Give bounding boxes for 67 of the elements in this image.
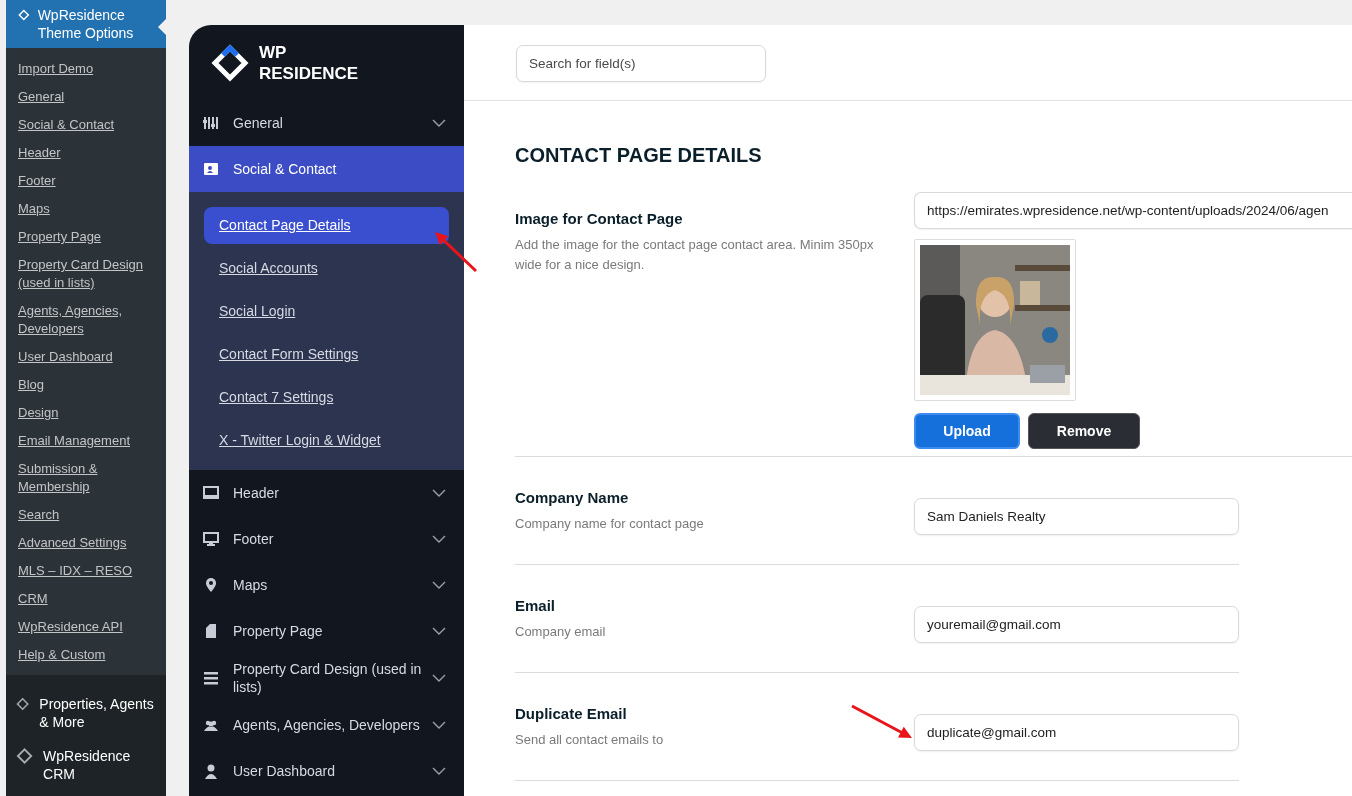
field-description: Company email: [515, 623, 607, 641]
menu-item[interactable]: Blog: [6, 371, 166, 399]
remove-button[interactable]: Remove: [1028, 413, 1140, 449]
menu-item[interactable]: WpResidence CRM: [6, 739, 166, 791]
nav-item[interactable]: Footer: [189, 516, 464, 562]
menu-header[interactable]: WpResidence Theme Options: [6, 0, 166, 48]
nav-item[interactable]: Property Card Design (used in lists): [189, 654, 464, 702]
menu-item[interactable]: Help & Custom: [6, 641, 166, 669]
nav-subitem[interactable]: Social Login: [204, 293, 449, 330]
menu-item[interactable]: Search: [6, 501, 166, 529]
monitor-icon: [203, 531, 219, 547]
upload-button[interactable]: Upload: [914, 413, 1020, 449]
menu-item[interactable]: Property Card Design (used in lists): [6, 251, 166, 297]
diamond-icon: [16, 695, 30, 713]
menu-item[interactable]: CRM: [6, 585, 166, 613]
url-field[interactable]: https://emirates.wpresidence.net/wp-content/uploads/2024/06/agen: [914, 192, 1352, 229]
nav-item[interactable]: Agents, Agencies, Developers: [189, 702, 464, 748]
diamond-icon: [16, 747, 34, 765]
document-icon: [203, 623, 219, 639]
nav-item[interactable]: Header: [189, 470, 464, 516]
nav-item[interactable]: Maps: [189, 562, 464, 608]
pointer-notch: [158, 19, 166, 35]
nav-subitem[interactable]: X - Twitter Login & Widget: [204, 422, 449, 459]
user-icon: [203, 763, 219, 779]
window-icon: [203, 485, 219, 501]
menu-item[interactable]: Submission & Membership: [6, 455, 166, 501]
nav-subitem[interactable]: Social Accounts: [204, 250, 449, 287]
text-field[interactable]: duplicate@gmail.com: [914, 714, 1239, 751]
menu-item[interactable]: Design: [6, 399, 166, 427]
menu-item[interactable]: MLS – IDX – RESO: [6, 557, 166, 585]
menu-item[interactable]: General: [6, 83, 166, 111]
nav-item[interactable]: Property Page: [189, 608, 464, 654]
sliders-icon: [203, 115, 219, 131]
text-field[interactable]: youremail@gmail.com: [914, 606, 1239, 643]
nav-subitem[interactable]: Contact 7 Settings: [204, 379, 449, 416]
nav-subitem[interactable]: Contact Form Settings: [204, 336, 449, 373]
field-label: Email: [515, 596, 557, 616]
menu-item[interactable]: Import Demo: [6, 55, 166, 83]
list-icon: [203, 670, 219, 686]
menu-item[interactable]: WpResidence API: [6, 613, 166, 641]
menu-item[interactable]: Advanced Settings: [6, 529, 166, 557]
nav-item[interactable]: User Dashboard: [189, 748, 464, 794]
logo-text: WP: [259, 41, 288, 63]
menu-item[interactable]: Property Page: [6, 223, 166, 251]
menu-item[interactable]: Header: [6, 139, 166, 167]
field-label: Image for Contact Page: [515, 209, 684, 229]
field-description: Send all contact emails to: [515, 731, 665, 749]
menu-item[interactable]: Social & Contact: [6, 111, 166, 139]
field-description: Add the image for the contact page contact area. Minim 350px wide for a nice design.: [515, 236, 875, 274]
menu-item[interactable]: Properties, Agents & More: [6, 687, 166, 739]
map-pin-icon: [203, 577, 219, 593]
field-label: Duplicate Email: [515, 704, 628, 724]
section-title: CONTACT PAGE DETAILS: [515, 143, 763, 167]
contact-card-icon: [203, 161, 219, 177]
menu-item[interactable]: Maps: [6, 195, 166, 223]
search-field[interactable]: Search for field(s): [516, 45, 766, 82]
nav-item[interactable]: General: [189, 100, 464, 146]
nav-subitem[interactable]: Contact Page Details: [204, 207, 449, 244]
menu-item[interactable]: Agents, Agencies, Developers: [6, 297, 166, 343]
menu-item[interactable]: Footer: [6, 167, 166, 195]
menu-item[interactable]: User Dashboard: [6, 343, 166, 371]
menu-item[interactable]: Email Management: [6, 427, 166, 455]
nav-item[interactable]: Social & Contact: [189, 146, 464, 192]
logo-text: RESIDENCE: [259, 62, 359, 84]
text-field[interactable]: Sam Daniels Realty: [914, 498, 1239, 535]
field-label: Company Name: [515, 488, 630, 508]
field-description: Company name for contact page: [515, 515, 705, 533]
